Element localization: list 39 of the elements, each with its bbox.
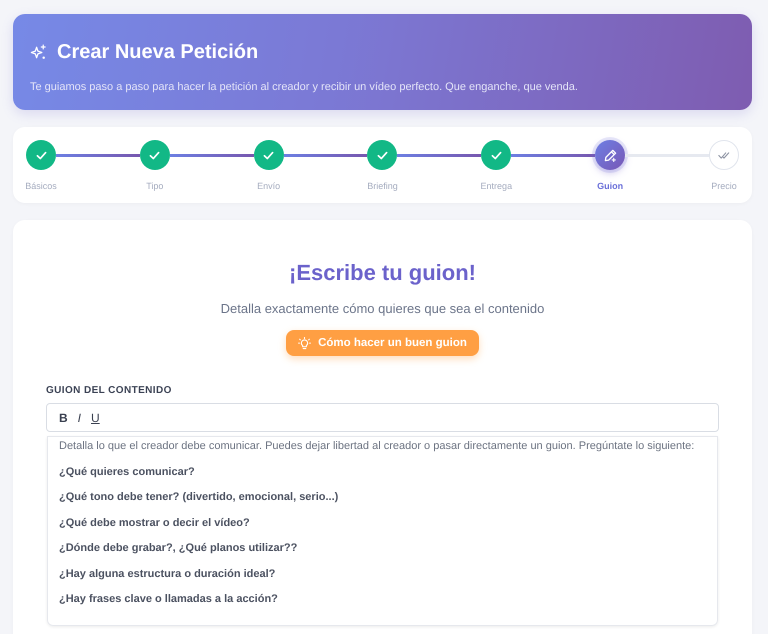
- page-title: Crear Nueva Petición: [57, 40, 258, 65]
- step-circle[interactable]: [708, 140, 739, 170]
- step-label: Básicos: [25, 181, 57, 192]
- step-label: Envío: [257, 181, 280, 192]
- step-label: Precio: [711, 181, 737, 192]
- step-label: Guion: [597, 181, 624, 192]
- check-icon: [376, 150, 388, 160]
- step-circle[interactable]: [481, 140, 512, 170]
- step-circle[interactable]: [254, 140, 284, 170]
- field-label: GUION DEL CONTENIDO: [46, 385, 173, 397]
- step-circle[interactable]: [367, 140, 398, 170]
- sparkles-icon: [30, 44, 47, 60]
- lightbulb-icon: [298, 336, 312, 350]
- editor-text: Detalla lo que el creador debe comunicar. Puedes dejar libertad al creador o pasar directamente un guion. Pregúntate lo siguiente:: [59, 439, 696, 454]
- page-subtitle: Te guiamos paso a paso para hacer la petición al creador y recibir un vídeo perfecto. Que enganche, que venda.: [30, 80, 579, 95]
- step-circle[interactable]: [26, 140, 56, 170]
- step-label: Tipo: [146, 181, 164, 192]
- step-circle[interactable]: [140, 140, 170, 170]
- editor-text: ¿Qué quieres comunicar?: [59, 464, 196, 480]
- step-circle[interactable]: [595, 140, 626, 170]
- check-icon: [263, 150, 274, 160]
- editor-text: ¿Qué tono debe tener? (divertido, emocional, serio...): [59, 490, 340, 505]
- bold-button[interactable]: B: [58, 410, 69, 424]
- editor-text: ¿Qué debe mostrar o decir el vídeo?: [59, 516, 251, 530]
- editor-text: ¿Hay frases clave o llamadas a la acción?: [59, 592, 279, 607]
- underline-button[interactable]: U: [90, 410, 101, 424]
- editor-text: ¿Dónde debe grabar?, ¿Qué planos utilizar??: [59, 541, 298, 556]
- italic-button[interactable]: I: [76, 410, 82, 424]
- step-label: Entrega: [480, 181, 512, 192]
- step-label: Briefing: [367, 181, 398, 192]
- section-title: ¡Escribe tu guion!: [288, 259, 477, 287]
- editor-text: ¿Hay alguna estructura o duración ideal?: [59, 566, 276, 582]
- section-subtitle: Detalla exactamente cómo quieres que sea el contenido: [220, 301, 546, 317]
- pencil-icon: [604, 148, 617, 162]
- check-icon: [149, 150, 160, 160]
- check-icon: [490, 150, 502, 160]
- double-check-icon: [718, 150, 730, 160]
- check-icon: [36, 150, 46, 160]
- script-editor-field[interactable]: [47, 436, 718, 626]
